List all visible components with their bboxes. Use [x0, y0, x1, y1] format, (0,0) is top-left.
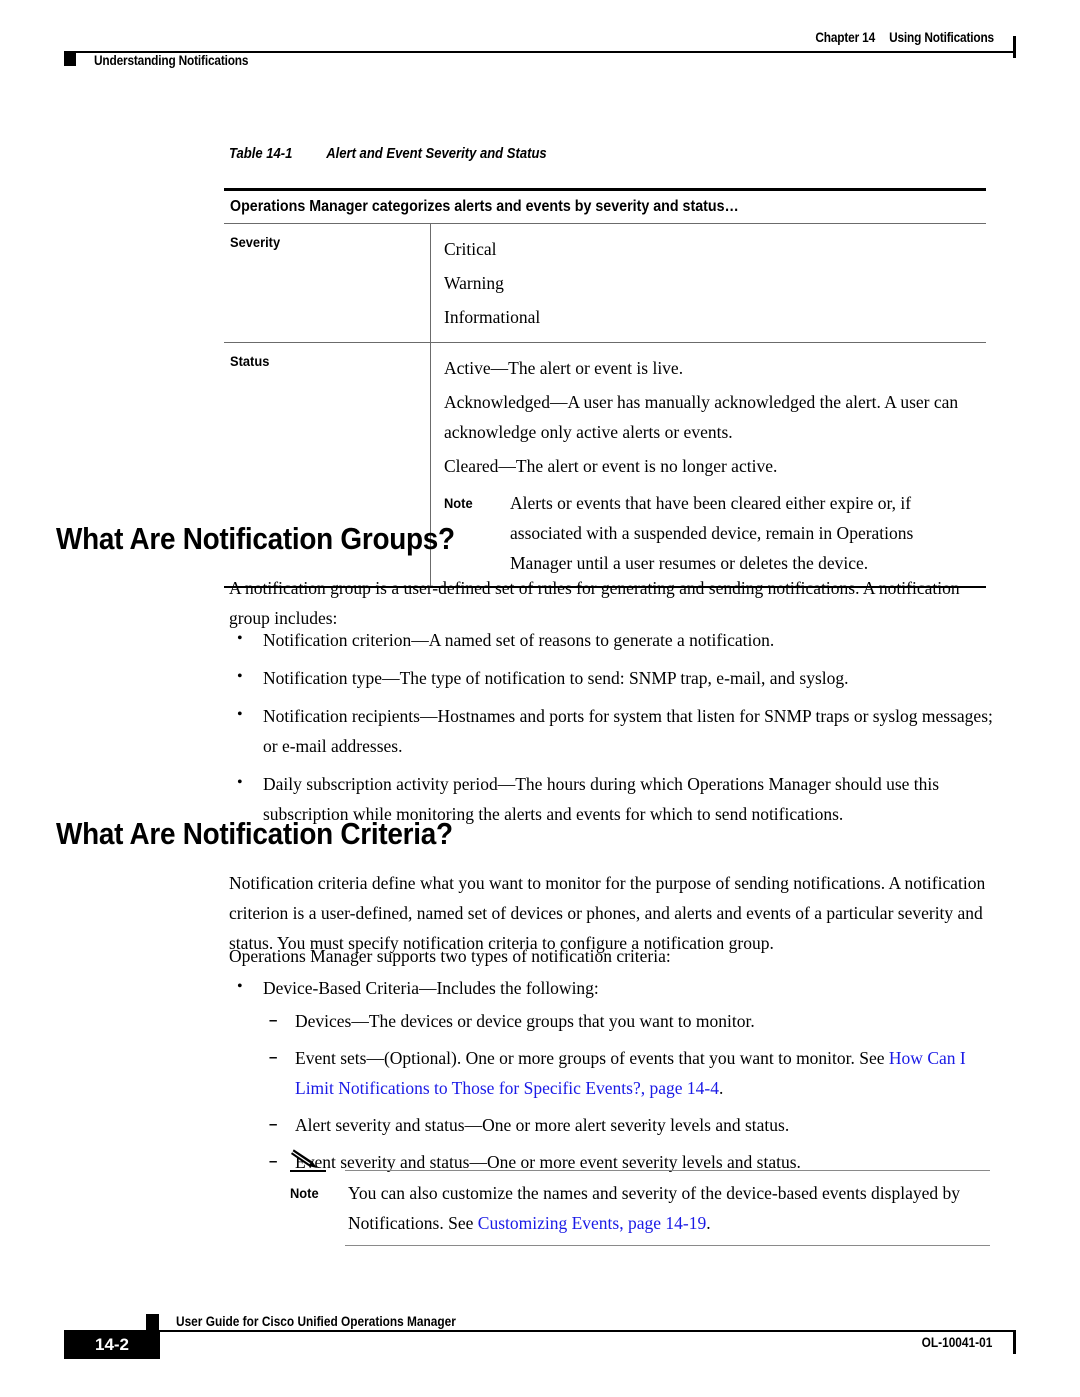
severity-value: Warning: [444, 272, 504, 293]
xref-link-customizing-events[interactable]: Customizing Events, page 14-19: [478, 1213, 706, 1233]
notification-criteria-para-2: Operations Manager supports two types of…: [229, 946, 671, 966]
document-page: Chapter 14 Using Notifications Understand…: [0, 0, 1080, 1397]
status-value: Acknowledged—A user has manually acknowl…: [444, 391, 959, 442]
sub-list-item: Alert severity and status—One or more al…: [263, 1110, 993, 1140]
footer-doc-id: OL-10041-01: [921, 1335, 992, 1350]
severity-label: Severity: [230, 233, 281, 250]
note-top-rule: [345, 1170, 990, 1171]
footer-guide-title: User Guide for Cisco Unified Operations …: [176, 1314, 456, 1329]
header-chapter-info: Chapter 14 Using Notifications: [815, 30, 994, 45]
device-based-criteria-sublist: Devices—The devices or device groups tha…: [263, 1006, 993, 1184]
list-item: Device-Based Criteria—Includes the follo…: [229, 972, 999, 1003]
table-row: Severity Critical Warning Informational: [224, 223, 986, 342]
severity-value: Critical: [444, 238, 497, 259]
table-caption-title: Alert and Event Severity and Status: [326, 146, 547, 162]
header-chapter-title: Using Notifications: [889, 30, 994, 45]
note-text-after: .: [706, 1213, 711, 1233]
notification-groups-intro: A notification group is a user-defined s…: [229, 578, 960, 628]
section-heading-notification-groups: What Are Notification Groups?: [56, 521, 455, 556]
table-row-label: Severity: [224, 224, 430, 342]
note-icon-rule: [290, 1170, 326, 1172]
pencil-icon: [291, 1147, 317, 1168]
sub-item-text: Devices—The devices or device groups tha…: [295, 1011, 755, 1031]
table-caption-number: Table 14-1: [229, 146, 293, 162]
header-section-label: Understanding Notifications: [94, 53, 249, 68]
running-header: Chapter 14 Using Notifications Understand…: [64, 30, 1016, 80]
sub-list-item: Event sets—(Optional). One or more group…: [263, 1043, 993, 1103]
page-number: 14-2: [94, 1335, 130, 1354]
list-item: Notification recipients—Hostnames and po…: [229, 700, 999, 761]
note-text: You can also customize the names and sev…: [348, 1178, 990, 1238]
status-value: Active—The alert or event is live.: [444, 357, 684, 378]
status-label: Status: [230, 352, 270, 369]
table-row-values: Critical Warning Informational: [430, 223, 986, 342]
table-header-text: Operations Manager categorizes alerts an…: [230, 197, 739, 215]
list-item: Notification criterion—A named set of re…: [229, 624, 999, 655]
table-note-text: Alerts or events that have been cleared …: [510, 492, 914, 573]
sub-item-text-after: .: [718, 1078, 724, 1098]
header-chapter-number: Chapter 14: [815, 30, 876, 45]
section-heading-notification-criteria: What Are Notification Criteria?: [56, 816, 453, 851]
status-value: Cleared—The alert or event is no longer …: [444, 455, 778, 476]
severity-value: Informational: [444, 306, 541, 327]
footer-rule: [64, 1330, 1016, 1332]
header-marker-square-icon: [64, 51, 76, 66]
sub-item-text: Event sets—(Optional). One or more group…: [295, 1048, 889, 1068]
list-item: Notification type—The type of notificati…: [229, 662, 999, 693]
table-header-row: Operations Manager categorizes alerts an…: [224, 191, 986, 223]
sub-item-text: Alert severity and status—One or more al…: [295, 1115, 790, 1135]
note-bottom-rule: [345, 1245, 990, 1246]
table-caption: Table 14-1 Alert and Event Severity and S…: [229, 146, 547, 162]
sub-list-item: Event severity and status—One or more ev…: [263, 1147, 993, 1177]
notification-groups-bullet-list: Notification criterion—A named set of re…: [229, 624, 999, 837]
sub-item-text: Event severity and status—One or more ev…: [295, 1152, 801, 1172]
footer-marker-square-icon: [146, 1314, 159, 1331]
sub-list-item: Devices—The devices or device groups tha…: [263, 1006, 993, 1036]
running-footer: User Guide for Cisco Unified Operations …: [64, 1305, 1016, 1365]
footer-edge-tick: [1013, 1332, 1016, 1354]
table-inline-note: Note Alerts or events that have been cle…: [444, 483, 976, 578]
header-edge-tick: [1013, 36, 1016, 58]
note-body: Note You can also customize the names an…: [290, 1178, 990, 1238]
note-label: Note: [290, 1185, 319, 1201]
table-row-values: Active—The alert or event is live. Ackno…: [430, 342, 986, 586]
